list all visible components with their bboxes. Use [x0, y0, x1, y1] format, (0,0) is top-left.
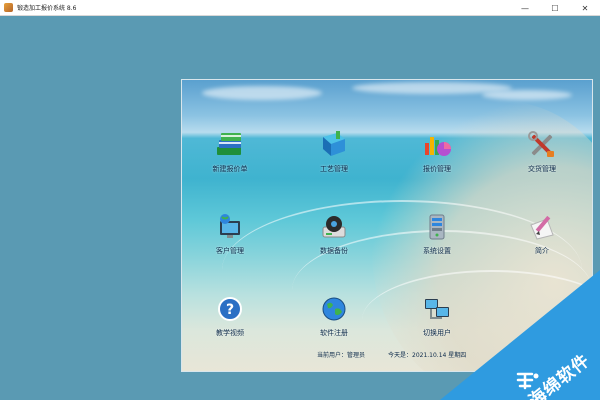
pencil-paper-icon: [527, 212, 557, 242]
tile-label: 软件注册: [320, 329, 348, 337]
tile-process-mgmt[interactable]: 工艺管理: [299, 130, 369, 174]
tile-label: 简介: [535, 247, 549, 255]
minimize-button[interactable]: —: [510, 0, 540, 16]
window-title: 锻造加工报价系统 8.6: [17, 5, 77, 12]
tile-label: 系统设置: [423, 247, 451, 255]
cloud: [482, 90, 572, 100]
tile-label: 新建报价单: [212, 165, 248, 173]
tile-tutorial-video[interactable]: ? 教学视频: [195, 294, 265, 338]
tile-label: 交货管理: [528, 165, 556, 173]
tile-quote-mgmt[interactable]: 报价管理: [402, 130, 472, 174]
tile-delivery-mgmt[interactable]: 交货管理: [507, 130, 577, 174]
server-icon: [422, 212, 452, 242]
tools-icon: [527, 130, 557, 160]
cloud: [202, 86, 322, 100]
tile-system-settings[interactable]: 系统设置: [402, 212, 472, 256]
book-icon: [319, 130, 349, 160]
disk-icon: [319, 212, 349, 242]
chart-icon: [422, 130, 452, 160]
current-user-status: 当前用户：管理员: [317, 352, 366, 359]
close-button[interactable]: ✕: [570, 0, 600, 16]
tile-label: 教学视频: [216, 329, 244, 337]
help-icon: ?: [215, 294, 245, 324]
globe-computer-icon: [215, 212, 245, 242]
tile-about[interactable]: 简介: [507, 212, 577, 256]
tile-label: 工艺管理: [320, 165, 348, 173]
app-icon: [4, 3, 13, 12]
maximize-button[interactable]: ☐: [540, 0, 570, 16]
tile-label: 客户管理: [216, 247, 244, 255]
tile-data-backup[interactable]: 数据备份: [299, 212, 369, 256]
books-icon: [215, 130, 245, 160]
title-bar: 锻造加工报价系统 8.6 — ☐ ✕: [0, 0, 600, 16]
watermark: 海绵软件: [440, 270, 600, 400]
tile-customer-mgmt[interactable]: 客户管理: [195, 212, 265, 256]
tile-label: 报价管理: [423, 165, 451, 173]
tile-software-register[interactable]: 软件注册: [299, 294, 369, 338]
window-controls: — ☐ ✕: [510, 0, 600, 16]
globe-icon: [319, 294, 349, 324]
tile-new-quote[interactable]: 新建报价单: [195, 130, 265, 174]
tile-label: 数据备份: [320, 247, 348, 255]
svg-text:?: ?: [226, 302, 234, 318]
